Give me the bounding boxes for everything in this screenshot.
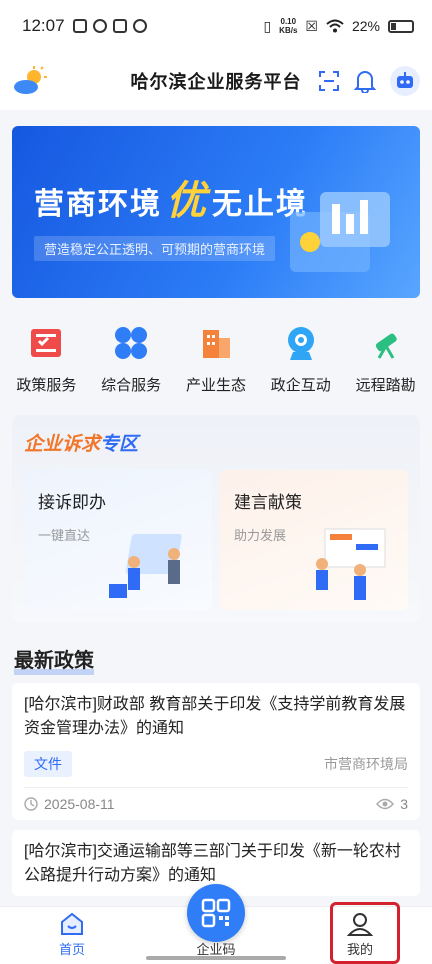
banner-headline-emph: 优 xyxy=(166,179,208,223)
app-header: 哈尔滨企业服务平台 xyxy=(0,52,432,110)
banner-illustration xyxy=(290,192,390,272)
robot-assistant-icon[interactable] xyxy=(390,66,420,96)
business-environment-banner[interactable]: 营商环境优无止境 营造稳定公正透明、可预期的营商环境 xyxy=(12,126,420,298)
battery-percent: 22% xyxy=(351,18,380,34)
policy-view-count: 3 xyxy=(400,796,408,812)
telescope-icon xyxy=(375,333,397,359)
appeal-title-a: 企业诉求 xyxy=(24,434,101,455)
tab-home-label: 首页 xyxy=(58,942,85,957)
scroll-content[interactable]: 营商环境优无止境 营造稳定公正透明、可预期的营商环境 政策服务 综合服务 产业生… xyxy=(0,110,432,906)
weather-logo-icon xyxy=(14,66,47,94)
page-title-text: 哈尔滨企业服务平台 xyxy=(130,72,302,92)
service-label: 综合服务 xyxy=(101,377,162,394)
notification-icons xyxy=(72,19,147,33)
appeal-title-b: 专区 xyxy=(100,434,139,455)
service-label: 远程踏勘 xyxy=(355,377,416,394)
latest-policy-heading: 最新政策 xyxy=(14,644,94,675)
four-petal-icon xyxy=(115,327,148,359)
bell-icon[interactable] xyxy=(354,69,376,93)
enterprise-qr-button[interactable] xyxy=(187,884,245,942)
appeal-cards: 接诉即办 一键直达 建言献策 助力发展 xyxy=(24,470,408,610)
card-title: 接诉即办 xyxy=(38,493,106,512)
service-label: 产业生态 xyxy=(185,377,246,394)
policy-views: 3 xyxy=(376,796,408,812)
wifi-icon xyxy=(326,19,344,33)
qr-code-icon xyxy=(201,898,231,928)
enterprise-appeal-zone: 企业诉求专区 接诉即办 一键直达 建言献策 助力发展 xyxy=(12,415,420,622)
gesture-home-bar[interactable] xyxy=(146,956,286,960)
net-speed: 0.10 KB/s xyxy=(279,17,297,35)
service-label: 政策服务 xyxy=(16,377,77,394)
header-actions xyxy=(318,66,420,96)
sim-off-icon: ☒ xyxy=(305,17,318,34)
policy-item[interactable]: [哈尔滨市]财政部 教育部关于印发《支持学前教育发展资金管理办法》的通知 文件 … xyxy=(12,683,420,820)
policy-dept: 市营商环境局 xyxy=(324,756,408,772)
tab-mine[interactable]: 我的 xyxy=(288,907,432,964)
handshake-illustration xyxy=(109,534,182,598)
app-notification-icon xyxy=(72,19,87,33)
factory-building-icon xyxy=(202,330,230,358)
user-icon xyxy=(347,913,373,936)
home-icon xyxy=(61,912,83,935)
service-policy[interactable]: 政策服务 xyxy=(5,324,87,395)
card-title: 建言献策 xyxy=(234,493,302,512)
status-bar: 12:07 ▯ 0.10 KB/s ☒ 22% xyxy=(0,0,432,52)
tab-home[interactable]: 首页 xyxy=(0,907,144,964)
policy-title: [哈尔滨市]财政部 教育部关于印发《支持学前教育发展资金管理办法》的通知 xyxy=(24,696,406,737)
status-time: 12:07 xyxy=(22,16,65,35)
eye-icon xyxy=(376,798,395,810)
service-remote-survey[interactable]: 远程踏勘 xyxy=(345,324,427,395)
banner-headline: 营商环境优无止境 xyxy=(34,168,308,226)
vibrate-icon: ▯ xyxy=(263,17,272,34)
link-icon xyxy=(132,19,147,33)
service-interaction[interactable]: 政企互动 xyxy=(260,324,342,395)
service-industry[interactable]: 产业生态 xyxy=(175,324,257,395)
wechat-icon xyxy=(92,19,107,33)
suggestion-card[interactable]: 建言献策 助力发展 xyxy=(220,470,408,610)
net-speed-value: 0.10 xyxy=(280,17,297,26)
service-grid: 政策服务 综合服务 产业生态 政企互动 远程踏勘 xyxy=(0,298,432,395)
net-speed-unit: KB/s xyxy=(279,26,298,35)
service-label: 政企互动 xyxy=(270,377,331,394)
tab-mine-label: 我的 xyxy=(346,942,373,957)
banner-subline: 营造稳定公正透明、可预期的营商环境 xyxy=(34,236,276,261)
policy-meta: 2025-08-11 3 xyxy=(24,787,408,812)
policy-book-icon xyxy=(31,329,62,357)
appeal-zone-title: 企业诉求专区 xyxy=(24,429,408,456)
policy-date: 2025-08-11 xyxy=(44,796,115,812)
complaint-handling-card[interactable]: 接诉即办 一键直达 xyxy=(24,470,212,610)
box-icon xyxy=(112,19,127,33)
policy-tag: 文件 xyxy=(24,751,72,777)
policy-title: [哈尔滨市]交通运输部等三部门关于印发《新一轮农村公路提升行动方案》的通知 xyxy=(24,843,401,884)
status-right: ▯ 0.10 KB/s ☒ 22% xyxy=(263,17,414,35)
banner-headline-left: 营商环境 xyxy=(34,188,162,221)
scan-icon[interactable] xyxy=(318,70,340,92)
clock-icon xyxy=(24,797,38,811)
badge-camera-icon xyxy=(287,327,314,360)
battery-icon xyxy=(388,19,414,33)
presentation-illustration xyxy=(316,528,386,600)
policy-tag-row: 文件 市营商环境局 xyxy=(24,751,408,777)
service-comprehensive[interactable]: 综合服务 xyxy=(90,324,172,395)
